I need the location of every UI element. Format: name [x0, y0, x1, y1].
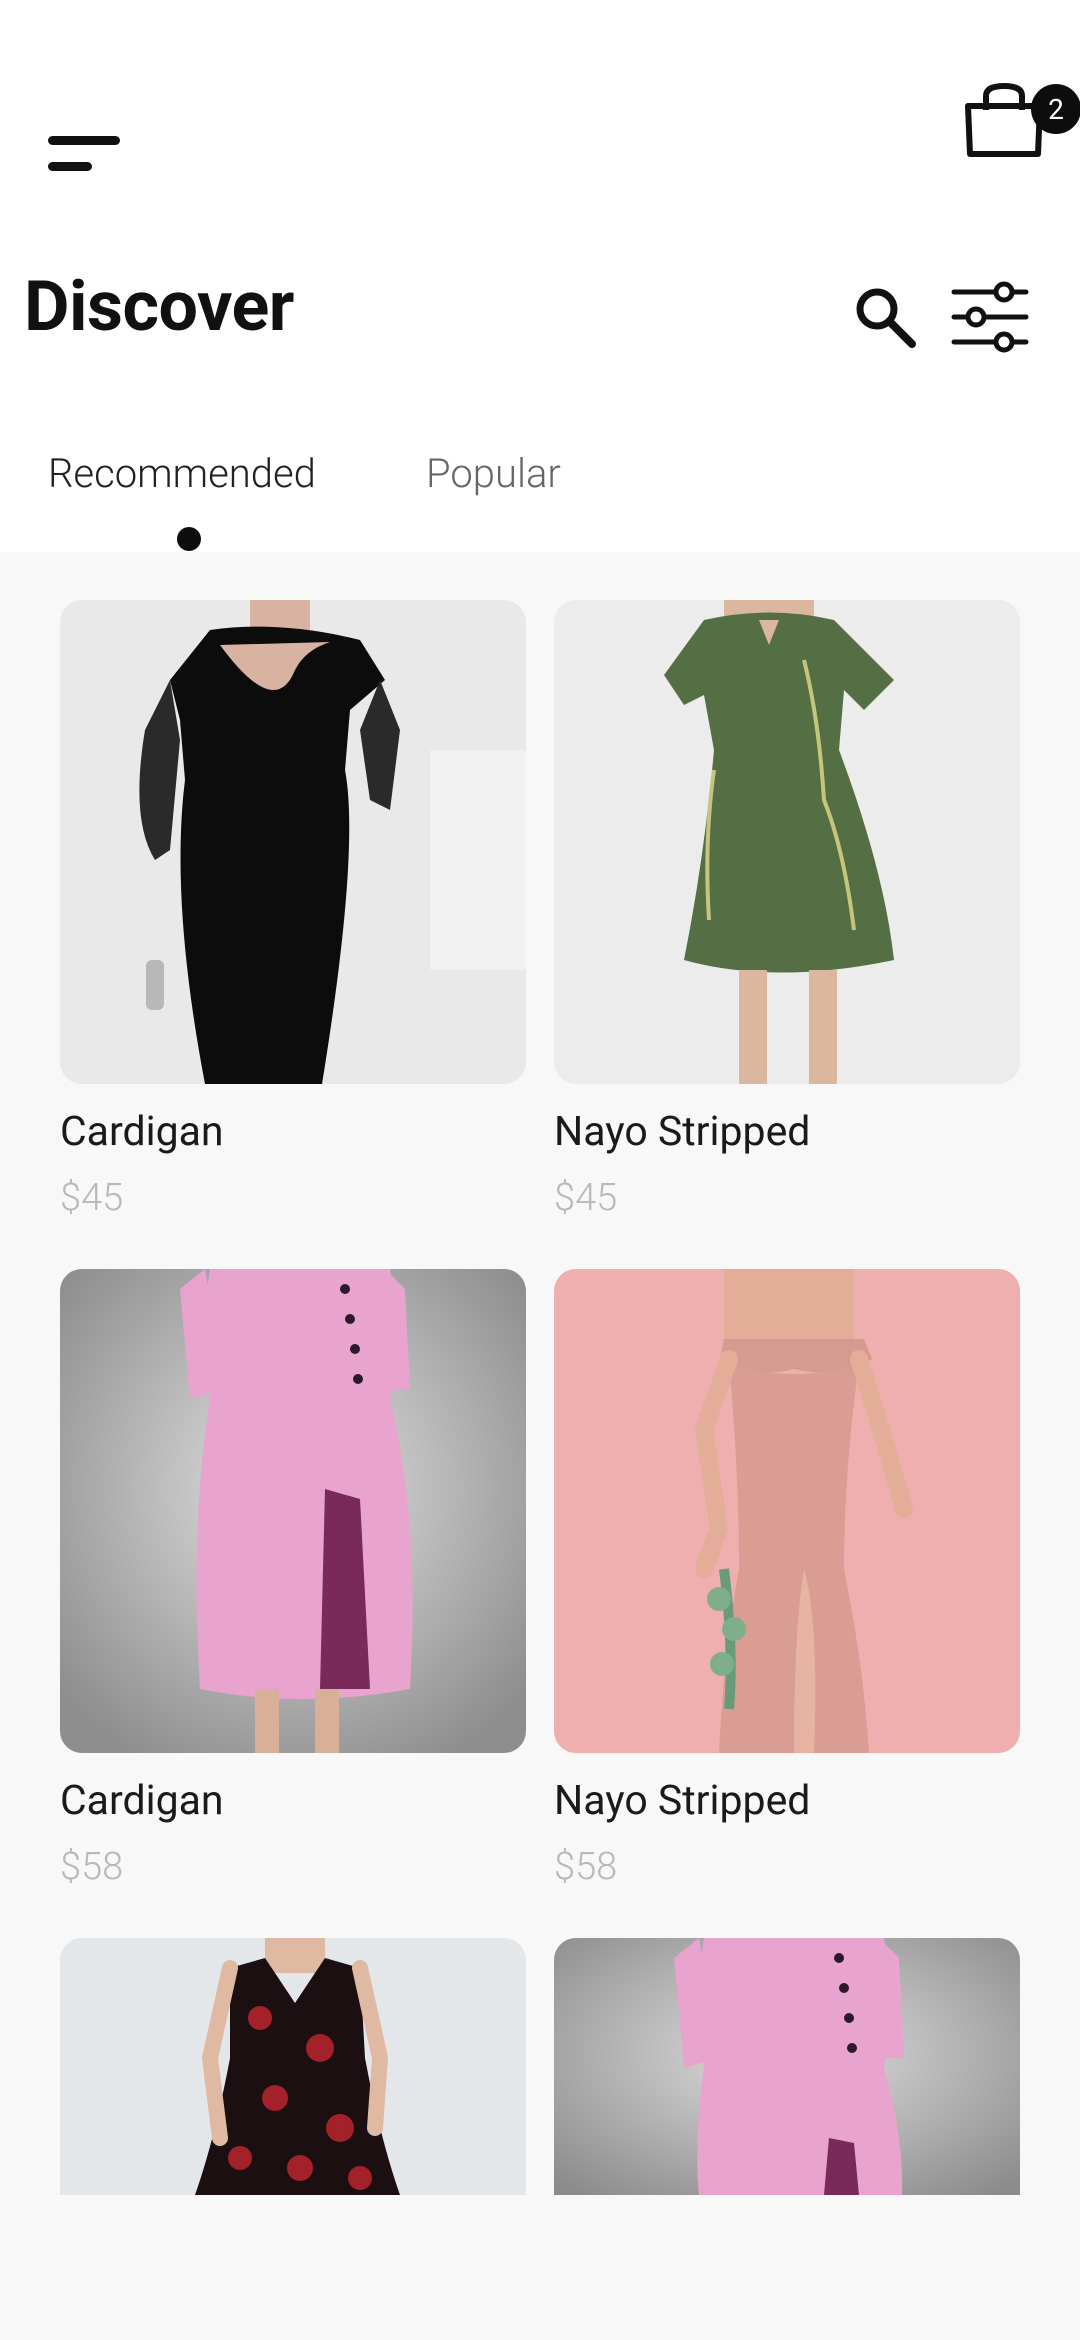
product-name: Cardigan: [60, 1777, 224, 1825]
product-name: Cardigan: [60, 1108, 224, 1156]
search-button[interactable]: [852, 284, 918, 350]
product-image: [554, 1269, 1020, 1753]
product-image: [60, 600, 526, 1084]
product-image: [554, 600, 1020, 1084]
product-image: [554, 1938, 1020, 2195]
product-name: Nayo Stripped: [554, 1108, 811, 1156]
cart-button[interactable]: 2: [960, 80, 1080, 170]
product-image: [60, 1269, 526, 1753]
active-tab-indicator: [177, 527, 201, 551]
filter-button[interactable]: [950, 280, 1030, 354]
tab-popular[interactable]: Popular: [426, 454, 561, 494]
search-icon: [856, 288, 916, 348]
tab-recommended[interactable]: Recommended: [48, 454, 316, 494]
menu-icon-line-long: [48, 136, 120, 145]
menu-icon-line-short: [48, 162, 92, 171]
product-name: Nayo Stripped: [554, 1777, 811, 1825]
product-price: $58: [554, 1845, 618, 1889]
product-price: $45: [60, 1176, 124, 1220]
page-title: Discover: [24, 266, 294, 348]
product-price: $45: [554, 1176, 618, 1220]
menu-button[interactable]: [44, 128, 128, 178]
product-price: $58: [60, 1845, 124, 1889]
cart-count-badge: 2: [1031, 84, 1080, 134]
sliders-icon: [951, 281, 1029, 353]
product-image: [60, 1938, 526, 2195]
